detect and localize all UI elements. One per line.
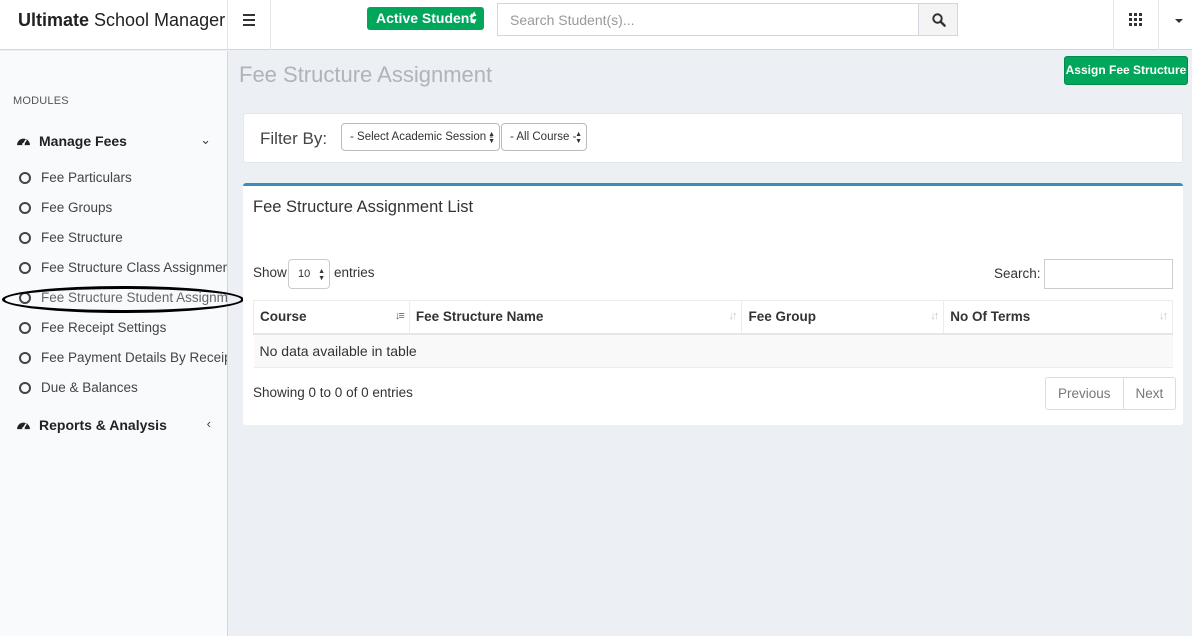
student-search-input[interactable]	[497, 3, 919, 36]
empty-table-message: No data available in table	[253, 333, 1173, 368]
column-header-fee-group[interactable]: Fee Group ↓↑	[741, 300, 944, 335]
circle-icon	[19, 292, 31, 304]
select-arrows-icon: ▲ ▼	[470, 9, 478, 26]
table-row: No data available in table	[253, 333, 1173, 368]
circle-icon	[19, 172, 31, 184]
dashboard-icon	[17, 138, 30, 146]
hamburger-icon	[243, 14, 255, 29]
circle-icon	[19, 322, 31, 334]
top-navbar: Ultimate School Manager Active Student ▲…	[0, 0, 1192, 50]
column-header-label: Fee Structure Name	[415, 309, 544, 325]
entries-per-page-select[interactable]: 10 ▲ ▼	[288, 259, 330, 289]
chevron-down-icon: ⌄	[200, 132, 211, 147]
sidebar-group-manage-fees[interactable]: Manage Fees ⌄	[0, 123, 227, 159]
sidebar-item-fee-receipt-settings[interactable]: Fee Receipt Settings	[0, 313, 227, 343]
pagination: Previous Next	[1045, 377, 1177, 410]
assignment-table: Course ↓≡ Fee Structure Name ↓↑ Fee Group ↓…	[253, 300, 1173, 368]
next-page-button[interactable]: Next	[1122, 378, 1176, 409]
sidebar-item-fee-structure-student-assignment[interactable]: Fee Structure Student Assignment	[0, 283, 227, 313]
circle-icon	[19, 232, 31, 244]
search-icon	[932, 13, 946, 27]
sidebar-item-label: Fee Structure Student Assignment	[41, 290, 227, 305]
sidebar-item-label: Fee Structure Class Assignment	[41, 260, 227, 275]
search-button[interactable]	[918, 3, 958, 36]
column-header-label: Course	[260, 309, 307, 325]
sidebar-item-label: Due & Balances	[41, 380, 138, 395]
sidebar-item-due-balances[interactable]: Due & Balances	[0, 373, 227, 403]
previous-page-button[interactable]: Previous	[1046, 378, 1123, 409]
table-info-text: Showing 0 to 0 of 0 entries	[253, 385, 413, 400]
app-logo[interactable]: Ultimate School Manager	[0, 0, 228, 50]
filter-panel: Filter By: - Select Academic Session - ▲…	[243, 113, 1183, 163]
sort-ascending-icon: ↓≡	[394, 310, 405, 322]
circle-icon	[19, 382, 31, 394]
circle-icon	[19, 352, 31, 364]
dashboard-icon	[17, 422, 30, 430]
sidebar-item-label: Fee Receipt Settings	[41, 320, 167, 335]
assignment-list-panel: Fee Structure Assignment List Show 10 ▲ ▼…	[243, 183, 1183, 425]
academic-session-value: - Select Academic Session -	[350, 131, 494, 143]
sidebar-item-fee-payment-details[interactable]: Fee Payment Details By Receipt No	[0, 343, 227, 373]
circle-icon	[19, 262, 31, 274]
sidebar: MODULES Manage Fees ⌄ Fee Particulars Fe…	[0, 51, 244, 636]
show-label: Show	[253, 265, 287, 280]
sidebar-group-label: Manage Fees	[39, 133, 127, 149]
select-arrows-icon: ▲ ▼	[318, 268, 325, 282]
table-search-input[interactable]	[1044, 259, 1173, 289]
student-status-select[interactable]: Active Student ▲ ▼	[367, 7, 484, 30]
entries-label: entries	[334, 265, 375, 280]
filter-label: Filter By:	[260, 129, 328, 148]
sidebar-item-label: Fee Groups	[41, 200, 113, 215]
course-select[interactable]: - All Course - ▲ ▼	[501, 123, 587, 151]
sidebar-item-fee-groups[interactable]: Fee Groups	[0, 193, 227, 223]
column-header-fee-structure-name[interactable]: Fee Structure Name ↓↑	[408, 300, 742, 335]
circle-icon	[19, 202, 31, 214]
table-search-label: Search:	[994, 266, 1041, 281]
grid-icon	[1129, 13, 1142, 26]
column-header-label: Fee Group	[748, 309, 816, 325]
sort-icon: ↓↑	[1159, 310, 1168, 322]
page-title: Fee Structure Assignment	[239, 62, 493, 87]
sidebar-item-label: Fee Particulars	[41, 170, 132, 185]
course-value: - All Course -	[510, 131, 577, 143]
sidebar-toggle-button[interactable]	[228, 0, 271, 50]
column-header-course[interactable]: Course ↓≡	[253, 300, 410, 335]
sidebar-item-fee-structure[interactable]: Fee Structure	[0, 223, 227, 253]
logo-text: School Manager	[89, 10, 226, 30]
select-arrows-icon: ▲ ▼	[575, 131, 582, 145]
sort-icon: ↓↑	[728, 310, 737, 322]
academic-session-select[interactable]: - Select Academic Session - ▲ ▼	[341, 123, 500, 151]
column-header-label: No Of Terms	[950, 309, 1031, 325]
column-header-no-of-terms[interactable]: No Of Terms ↓↑	[943, 300, 1173, 335]
student-status-value: Active Student	[376, 10, 475, 26]
select-arrows-icon: ▲ ▼	[488, 131, 495, 145]
list-title: Fee Structure Assignment List	[253, 198, 474, 216]
assign-fee-structure-button[interactable]: Assign Fee Structure	[1064, 56, 1188, 85]
sidebar-group-reports-analysis[interactable]: Reports & Analysis ‹	[0, 407, 227, 443]
sidebar-item-label: Fee Payment Details By Receipt No	[41, 350, 227, 365]
sidebar-section-label: MODULES	[13, 95, 69, 107]
sidebar-group-label: Reports & Analysis	[39, 417, 167, 433]
apps-menu-button[interactable]	[1113, 0, 1158, 50]
user-menu-dropdown[interactable]	[1158, 0, 1192, 50]
logo-bold-text: Ultimate	[18, 10, 90, 30]
sidebar-item-label: Fee Structure	[41, 230, 123, 245]
entries-per-page-value: 10	[298, 268, 311, 280]
chevron-left-icon: ‹	[206, 416, 211, 431]
sidebar-item-fee-structure-class-assignment[interactable]: Fee Structure Class Assignment	[0, 253, 227, 283]
sort-icon: ↓↑	[930, 310, 939, 322]
sidebar-item-fee-particulars[interactable]: Fee Particulars	[0, 163, 227, 193]
